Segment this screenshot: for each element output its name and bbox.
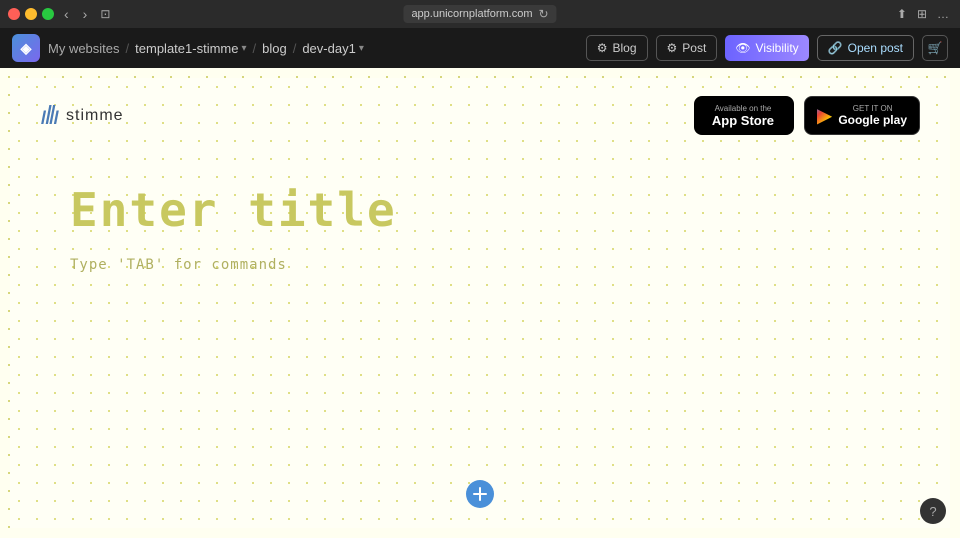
app-store-text: Available on the App Store [712, 104, 774, 128]
website-preview: ıllı stimme Available on the App Store ▶… [10, 78, 950, 528]
blog-button[interactable]: ⚙ Blog [586, 35, 648, 61]
content-area: ıllı stimme Available on the App Store ▶… [0, 68, 960, 538]
template-chevron-icon: ▾ [241, 43, 246, 54]
question-mark-icon: ? [929, 504, 936, 519]
add-block-button[interactable] [466, 480, 494, 508]
open-post-button[interactable]: 🔗 Open post [817, 35, 914, 61]
eye-icon: 👁 [735, 41, 750, 55]
close-button[interactable] [8, 8, 20, 20]
post-icon: ⚙ [667, 41, 678, 55]
traffic-lights [8, 8, 54, 20]
site-name: stimme [66, 107, 124, 125]
google-play-button[interactable]: ▶ GET IT ON Google play [804, 96, 920, 135]
unicorn-logo-icon: ◈ [12, 34, 40, 62]
window-resize-icon[interactable]: ⊡ [97, 7, 113, 21]
google-play-label: Google play [838, 113, 907, 127]
cart-button[interactable]: 🛒 [922, 35, 948, 61]
link-icon: 🔗 [828, 41, 843, 55]
editor-area[interactable]: Enter title Type 'TAB' for commands [10, 153, 950, 303]
url-text: app.unicornplatform.com [411, 8, 532, 20]
minimize-button[interactable] [25, 8, 37, 20]
breadcrumb-sep-3: / [293, 41, 297, 56]
app-store-label: App Store [712, 113, 774, 128]
breadcrumb-sep-2: / [253, 41, 257, 56]
my-websites-link[interactable]: My websites [48, 41, 120, 56]
add-icon [473, 487, 487, 501]
site-header: ıllı stimme Available on the App Store ▶… [10, 78, 950, 153]
breadcrumb-sep-1: / [126, 41, 130, 56]
site-logo: ıllı stimme [40, 100, 124, 131]
devday-link[interactable]: dev-day1 ▾ [302, 41, 364, 56]
share-button[interactable]: ⬆ [894, 7, 910, 21]
tab-add-button[interactable]: ⊞ [914, 7, 930, 21]
app-nav: ◈ My websites / template1-stimme ▾ / blo… [0, 28, 960, 68]
reload-button[interactable]: ↻ [539, 7, 549, 21]
maximize-button[interactable] [42, 8, 54, 20]
cart-icon: 🛒 [928, 41, 943, 55]
google-play-icon: ▶ [817, 103, 832, 128]
available-on-label: Available on the [712, 104, 774, 113]
settings-icon: ⚙ [597, 41, 608, 55]
more-button[interactable]: … [934, 7, 952, 21]
editor-hint-text: Type 'TAB' for commands [70, 257, 890, 273]
waves-icon: ıllı [40, 100, 58, 131]
blog-link[interactable]: blog [262, 41, 287, 56]
app-store-button[interactable]: Available on the App Store [694, 96, 794, 135]
devday-chevron-icon: ▾ [359, 43, 364, 54]
url-bar[interactable]: app.unicornplatform.com ↻ [403, 5, 556, 23]
app-logo[interactable]: ◈ [12, 34, 40, 62]
nav-right-actions: ⚙ Blog ⚙ Post 👁 Visibility 🔗 Open post 🛒 [586, 35, 948, 61]
toolbar-right: ⬆ ⊞ … [894, 7, 952, 21]
app-store-buttons: Available on the App Store ▶ GET IT ON G… [694, 96, 920, 135]
forward-button[interactable]: › [79, 6, 92, 22]
get-it-on-label: GET IT ON [838, 104, 907, 113]
help-button[interactable]: ? [920, 498, 946, 524]
visibility-button[interactable]: 👁 Visibility [725, 35, 808, 61]
title-bar: ‹ › ⊡ app.unicornplatform.com ↻ ⬆ ⊞ … [0, 0, 960, 28]
post-button[interactable]: ⚙ Post [656, 35, 718, 61]
template-link[interactable]: template1-stimme ▾ [135, 41, 246, 56]
back-button[interactable]: ‹ [60, 6, 73, 22]
google-play-text: GET IT ON Google play [838, 104, 907, 127]
editor-title-placeholder[interactable]: Enter title [70, 183, 890, 237]
